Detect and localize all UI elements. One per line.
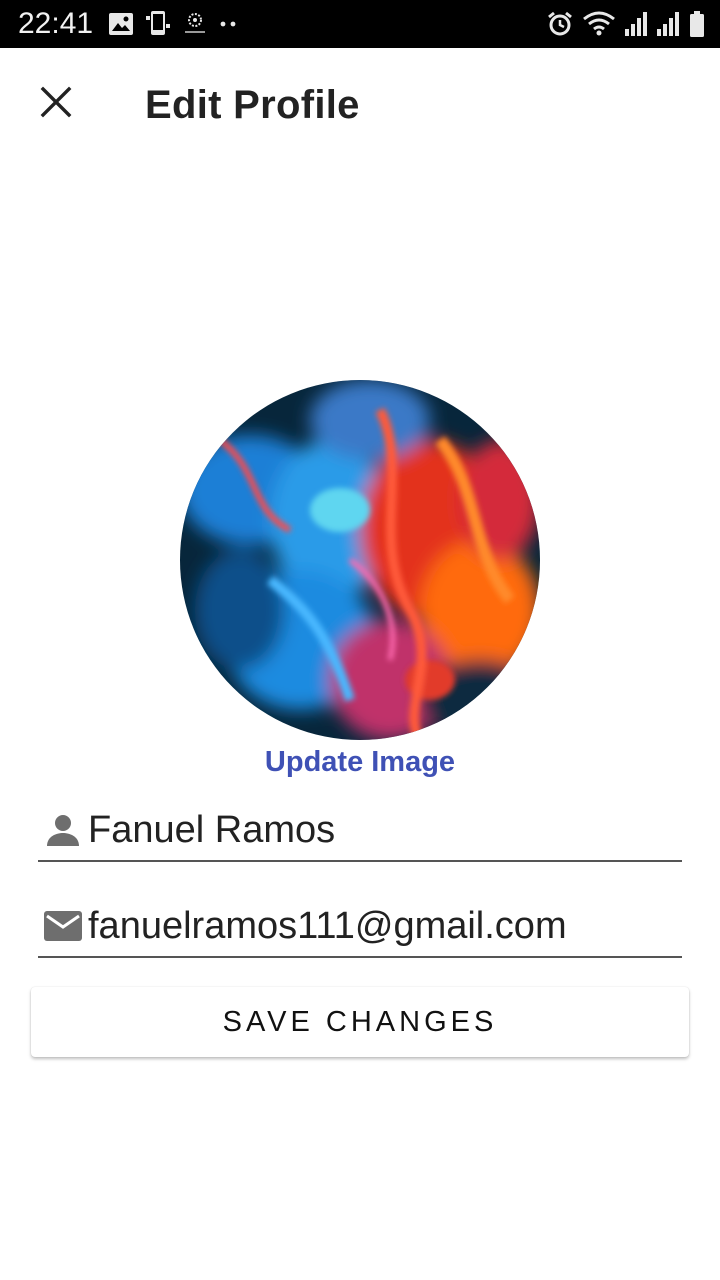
mail-icon: [40, 903, 86, 949]
person-icon: [40, 807, 86, 853]
name-field[interactable]: [38, 800, 682, 862]
edit-profile-screen: 22:41 Edit Profile Update Image Fanuel R…: [0, 0, 720, 1280]
signal-icon: [624, 11, 648, 37]
profile-avatar[interactable]: [180, 380, 540, 740]
close-icon: [40, 86, 72, 123]
alarm-icon: [546, 10, 574, 38]
settings-app-icon: [182, 10, 208, 38]
page-title: Edit Profile: [145, 83, 360, 127]
more-dots-icon: [218, 19, 238, 29]
image-icon: [108, 12, 134, 36]
toolbar: Edit Profile: [0, 48, 720, 160]
status-time: 22:41: [18, 7, 94, 40]
avatar-image: [180, 380, 540, 740]
name-input[interactable]: [88, 804, 678, 856]
email-input[interactable]: [88, 900, 678, 952]
system-icons: [546, 9, 706, 39]
status-bar: 22:41: [0, 0, 720, 48]
screenshot-phone-icon: [144, 10, 172, 38]
update-image-link[interactable]: Update Image: [0, 742, 720, 782]
save-changes-label: SAVE CHANGES: [222, 1005, 498, 1038]
save-changes-button[interactable]: SAVE CHANGES: [31, 987, 689, 1057]
wifi-icon: [582, 11, 616, 37]
notification-icons: [108, 10, 238, 38]
email-field[interactable]: [38, 896, 682, 958]
signal-icon: [656, 11, 680, 37]
close-button[interactable]: [28, 76, 84, 132]
battery-icon: [688, 10, 706, 38]
